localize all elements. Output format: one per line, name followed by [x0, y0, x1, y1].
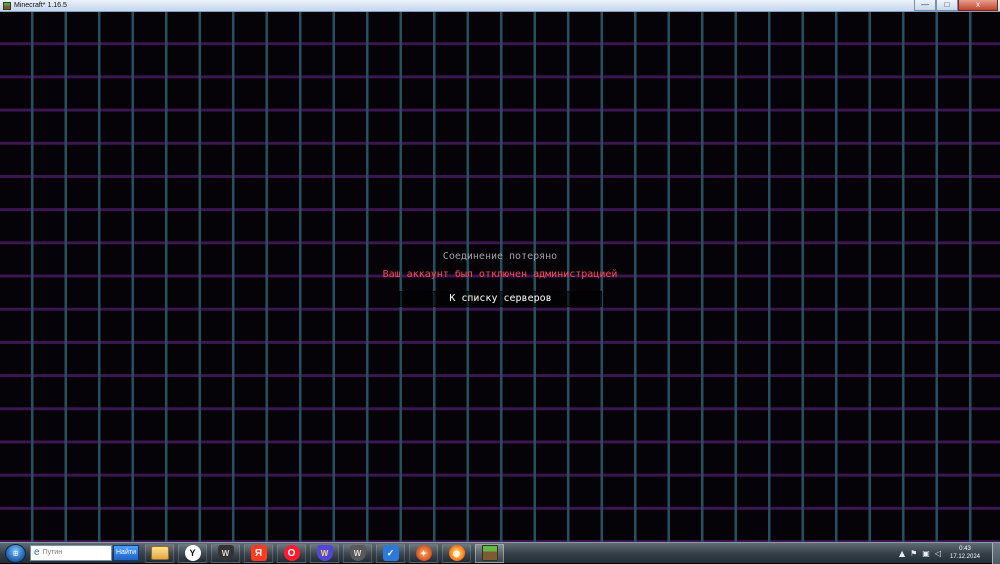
taskbar-app-yandex[interactable]: Я [244, 543, 273, 563]
yandex-icon: Я [250, 545, 267, 561]
taskbar-app-minecraft[interactable] [475, 543, 504, 563]
restore-button[interactable]: □ [936, 0, 958, 11]
back-to-server-list-button[interactable]: К списку серверов [399, 291, 602, 307]
show-desktop-button[interactable] [992, 542, 1000, 564]
minecraft-icon [481, 545, 498, 561]
window-title-group: Minecraft* 1.16.5 [0, 0, 67, 11]
warplanes-icon: W [316, 545, 333, 561]
close-button[interactable]: x [958, 0, 998, 11]
saucer-icon: ◉ [448, 545, 465, 561]
disconnected-screen: Соединение потеряно Ваш аккаунт был откл… [360, 248, 640, 307]
find-button[interactable]: Найти [113, 545, 139, 561]
minimize-button[interactable]: — [914, 0, 936, 11]
action-center-flag-icon[interactable]: ⚑ [910, 549, 917, 558]
taskbar-app-world-of-warships[interactable]: W [343, 543, 372, 563]
window-title: Minecraft* 1.16.5 [14, 1, 67, 9]
taskbar-app-mascot[interactable]: ✦ [409, 543, 438, 563]
folder-icon [150, 546, 169, 560]
connection-lost-title: Соединение потеряно [442, 251, 558, 262]
taskbar-clock[interactable]: 0:43 17.12.2024 [946, 545, 984, 561]
security-shield-icon: ✓ [382, 545, 399, 561]
start-button[interactable]: ⊞ [5, 543, 26, 563]
minecraft-app-icon [3, 1, 11, 10]
window-title-bar[interactable]: Minecraft* 1.16.5 — □ x [0, 0, 1000, 12]
taskbar-app-security[interactable]: ✓ [376, 543, 405, 563]
search-box[interactable]: e Путин [30, 545, 112, 561]
taskbar-app-warplanes[interactable]: W [310, 543, 339, 563]
clock-time: 0:43 [959, 546, 971, 552]
windows-taskbar: ⊞ e Путин Найти Y W Я O W W ✓ ✦ ◉ ▲ ⚑ ▣ … [0, 542, 1000, 564]
taskbar-apps: Y W Я O W W ✓ ✦ ◉ [145, 543, 504, 563]
taskbar-app-saucer[interactable]: ◉ [442, 543, 471, 563]
taskbar-app-file-explorer[interactable] [145, 543, 174, 563]
system-tray: ▲ ⚑ ▣ ◁ 0:43 17.12.2024 [899, 545, 992, 561]
volume-icon[interactable]: ◁ [935, 549, 941, 558]
opera-icon: O [283, 545, 300, 561]
mascot-icon: ✦ [415, 545, 432, 561]
show-hidden-icons-icon[interactable]: ▲ [899, 549, 905, 558]
kick-reason: Ваш аккаунт был отключен администрацией [382, 269, 618, 280]
network-icon[interactable]: ▣ [922, 549, 930, 558]
search-placeholder: Путин [42, 549, 63, 556]
taskbar-app-opera[interactable]: O [277, 543, 306, 563]
world-of-warships-icon: W [349, 545, 366, 561]
taskbar-app-yandex-browser[interactable]: Y [178, 543, 207, 563]
clock-date: 17.12.2024 [949, 554, 981, 560]
minecraft-game-area: Соединение потеряно Ваш аккаунт был откл… [0, 12, 1000, 542]
taskbar-app-world-of-tanks[interactable]: W [211, 543, 240, 563]
yandex-browser-icon: Y [184, 545, 201, 561]
window-controls: — □ x [914, 0, 1000, 11]
world-of-tanks-icon: W [217, 545, 234, 561]
internet-explorer-icon: e [34, 547, 40, 558]
